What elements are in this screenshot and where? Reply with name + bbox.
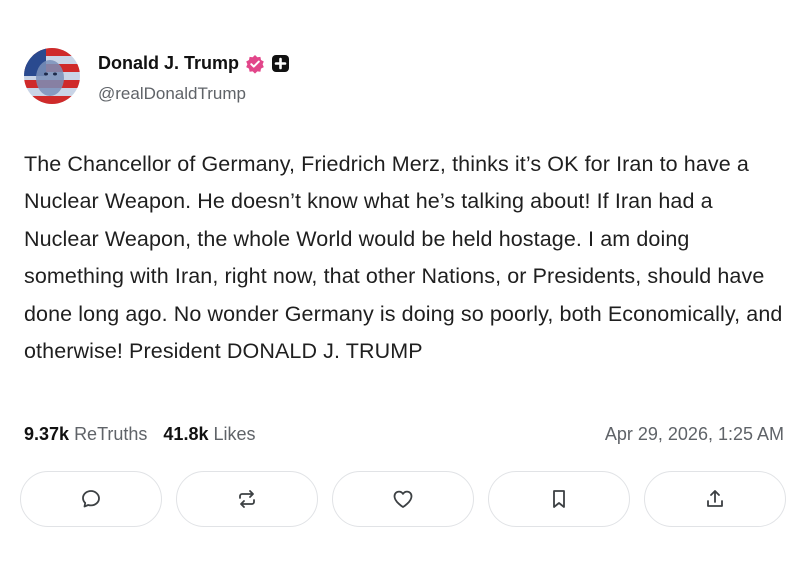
bookmark-button[interactable] (488, 471, 630, 527)
likes-stat[interactable]: 41.8k Likes (163, 424, 255, 445)
likes-label: Likes (213, 424, 256, 444)
action-bar (20, 471, 786, 527)
like-icon (393, 490, 413, 508)
post-stats: 9.37k ReTruths 41.8k Likes (24, 424, 256, 445)
likes-count: 41.8k (163, 424, 209, 444)
post-timestamp[interactable]: Apr 29, 2026, 1:25 AM (605, 424, 784, 445)
display-name[interactable]: Donald J. Trump (98, 53, 239, 74)
like-button[interactable] (332, 471, 474, 527)
bookmark-icon (553, 490, 565, 508)
post-text: The Chancellor of Germany, Friedrich Mer… (24, 152, 783, 364)
reply-button[interactable] (20, 471, 162, 527)
author-handle[interactable]: @realDonaldTrump (98, 84, 246, 104)
share-icon (707, 490, 723, 507)
retruths-stat[interactable]: 9.37k ReTruths (24, 424, 147, 445)
avatar[interactable] (24, 48, 80, 104)
plus-badge-icon (271, 54, 290, 73)
retruths-count: 9.37k (24, 424, 70, 444)
verified-badge-icon (245, 54, 265, 74)
retruth-button[interactable] (176, 471, 318, 527)
retruths-label: ReTruths (74, 424, 148, 444)
share-button[interactable] (644, 471, 786, 527)
reply-icon (82, 490, 100, 508)
author-name-row: Donald J. Trump (98, 53, 290, 74)
retruth-icon (239, 490, 255, 508)
